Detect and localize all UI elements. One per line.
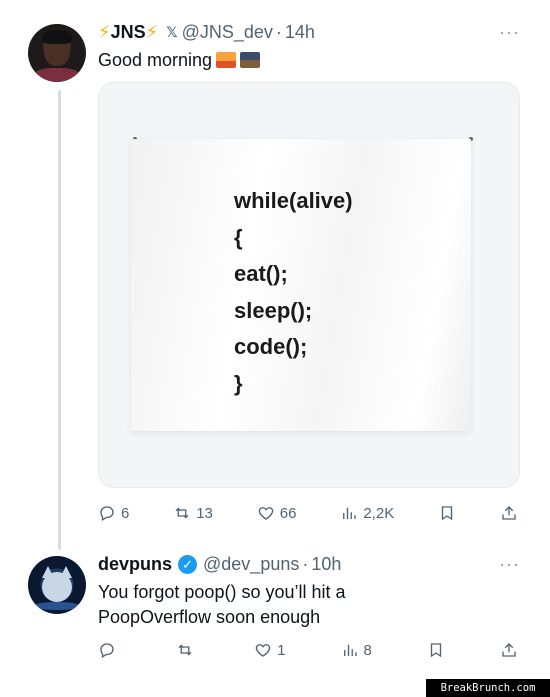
- view-count: 8: [363, 641, 372, 659]
- code-line: eat();: [234, 261, 288, 286]
- like-button[interactable]: 66: [257, 504, 297, 522]
- views-chart-icon: [343, 507, 357, 519]
- more-options-icon[interactable]: ···: [499, 554, 520, 575]
- code-line: }: [234, 370, 243, 396]
- reply-icon: [100, 643, 114, 658]
- repost-button[interactable]: [176, 641, 199, 659]
- view-count: 2,2K: [363, 504, 395, 522]
- display-name[interactable]: JNS: [111, 22, 146, 43]
- tweet-body-line: You forgot poop() so you’ll hit a: [98, 582, 346, 602]
- avatar-devpuns[interactable]: [28, 556, 86, 614]
- like-count: 66: [279, 504, 297, 522]
- repost-button[interactable]: 13: [173, 504, 213, 522]
- share-icon: [502, 643, 516, 657]
- code-line: while(alive): [234, 188, 353, 213]
- reply-button[interactable]: 6: [98, 504, 129, 522]
- views-chart-icon: [343, 644, 357, 656]
- code-line: sleep();: [234, 297, 313, 323]
- code-line: {: [234, 224, 243, 250]
- reply-icon: [100, 506, 114, 521]
- image-code-text: while(alive) { eat(); sleep(); code();}: [234, 183, 353, 402]
- tweet2-actions: 1 8: [98, 641, 518, 659]
- x-logo-icon: 𝕏: [166, 24, 178, 40]
- like-button[interactable]: 1: [254, 641, 285, 659]
- reply-button[interactable]: [98, 641, 121, 659]
- bookmark-icon: [441, 506, 453, 521]
- more-options-icon[interactable]: ···: [499, 22, 520, 43]
- display-name[interactable]: devpuns: [98, 554, 172, 575]
- separator-dot: ·: [275, 22, 282, 42]
- repost-count: 13: [196, 504, 213, 522]
- lightning-bolt-icon: ⚡: [98, 22, 111, 42]
- reply-count: 6: [121, 504, 130, 522]
- views-button[interactable]: 8: [341, 641, 372, 659]
- repost-icon: [175, 507, 189, 519]
- separator-dot: ·: [302, 554, 309, 574]
- bookmark-button[interactable]: [427, 641, 445, 659]
- bookmark-button[interactable]: [438, 504, 456, 522]
- tweet2-header: devpuns ✓ @dev_puns · 10h: [98, 554, 341, 575]
- tweet-body: Good morning: [98, 50, 213, 70]
- user-handle[interactable]: @JNS_dev: [182, 22, 273, 43]
- tweet2-text: You forgot poop() so you’ll hit a PoopOv…: [98, 580, 346, 630]
- timestamp[interactable]: 14h: [285, 22, 315, 43]
- code-line: code();: [234, 334, 308, 359]
- tweet1-text: Good morning: [98, 48, 261, 73]
- verified-badge-icon: ✓: [178, 555, 198, 574]
- share-button[interactable]: [500, 641, 518, 659]
- sunrise-over-mountains-emoji: [240, 52, 261, 68]
- thread-connector-line: [58, 90, 61, 550]
- share-button[interactable]: [500, 504, 518, 522]
- avatar-jns[interactable]: [28, 24, 86, 82]
- site-watermark: BreakBrunch.com: [426, 679, 550, 697]
- user-handle[interactable]: @dev_puns: [203, 554, 299, 575]
- like-count: 1: [277, 641, 286, 659]
- tweet-image[interactable]: while(alive) { eat(); sleep(); code();}: [98, 82, 520, 488]
- tweet-body-line: PoopOverflow soon enough: [98, 607, 321, 627]
- lightning-bolt-icon: ⚡: [145, 22, 159, 42]
- repost-icon: [178, 644, 192, 656]
- heart-icon: [258, 507, 274, 520]
- sunrise-emoji: [216, 52, 237, 68]
- bookmark-icon: [430, 643, 442, 658]
- tweet1-header: ⚡ JNS ⚡ 𝕏 @JNS_dev · 14h: [98, 22, 315, 43]
- tweet1-actions: 6 13 66 2,2K: [98, 504, 518, 522]
- heart-icon: [255, 644, 271, 657]
- views-button[interactable]: 2,2K: [340, 504, 394, 522]
- share-icon: [502, 506, 516, 520]
- timestamp[interactable]: 10h: [311, 554, 341, 575]
